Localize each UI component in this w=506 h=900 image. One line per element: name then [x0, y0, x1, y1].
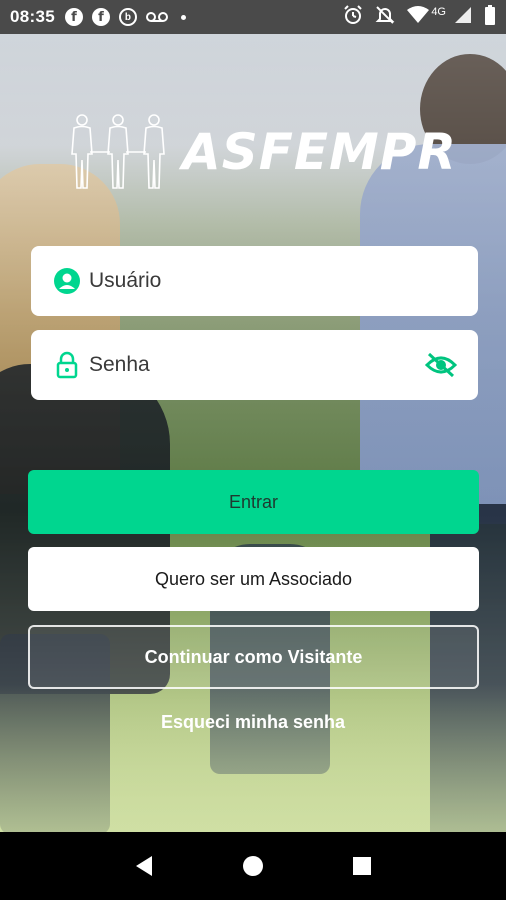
login-button[interactable]: Entrar: [28, 470, 479, 534]
password-input[interactable]: [89, 330, 424, 400]
voicemail-icon: [145, 11, 168, 23]
status-bar: 08:35 f f b 4G: [0, 0, 506, 34]
home-icon[interactable]: [233, 846, 273, 886]
user-icon: [53, 267, 81, 295]
mute-icon: [375, 5, 395, 30]
logo-text: ASFEMPR: [182, 123, 457, 181]
signal-icon: [454, 6, 472, 29]
lock-icon: [53, 351, 81, 379]
network-type: 4G: [431, 6, 446, 18]
back-icon[interactable]: [124, 846, 164, 886]
eye-off-icon[interactable]: [424, 348, 458, 382]
facebook-icon: f: [91, 8, 110, 26]
recents-icon[interactable]: [342, 846, 382, 886]
wifi-icon: [407, 5, 430, 29]
visitor-button[interactable]: Continuar como Visitante: [28, 625, 479, 689]
app-logo: ASFEMPR: [64, 112, 457, 192]
become-member-button[interactable]: Quero ser um Associado: [28, 547, 479, 611]
people-logo-icon: [71, 114, 165, 189]
facebook-icon: f: [64, 8, 83, 26]
forgot-password-link[interactable]: Esqueci minha senha: [0, 712, 506, 733]
system-nav-bar: [0, 832, 506, 900]
username-input[interactable]: [89, 246, 478, 316]
status-time: 08:35: [10, 7, 55, 26]
alarm-icon: [343, 4, 363, 30]
dot-icon: [180, 14, 186, 20]
battery-icon: [484, 4, 496, 30]
circle-b-icon: b: [118, 8, 137, 26]
username-field[interactable]: [31, 246, 478, 316]
password-field[interactable]: [31, 330, 478, 400]
